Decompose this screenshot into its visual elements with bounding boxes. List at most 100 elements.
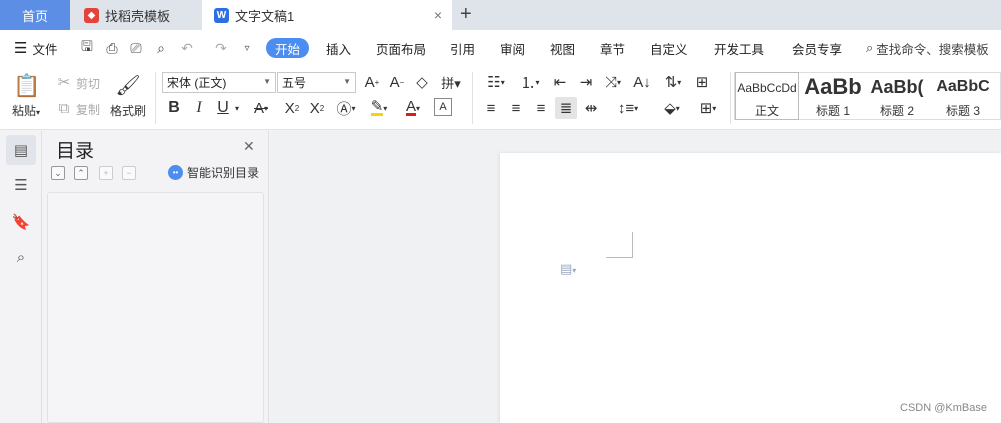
align-center-icon[interactable]: ≡ bbox=[507, 98, 525, 118]
text-effect-icon[interactable]: Ⓐ ▾ bbox=[334, 98, 358, 118]
line-spacing-icon[interactable]: ↕≡ ▾ bbox=[614, 98, 642, 118]
font-color-icon[interactable]: A ▾ bbox=[400, 98, 426, 118]
collapse-icon[interactable]: ⌃ bbox=[74, 166, 88, 180]
shading-icon[interactable]: ⬙ ▾ bbox=[658, 98, 686, 118]
menu-view[interactable]: 视图 bbox=[550, 38, 575, 58]
divider bbox=[730, 72, 731, 124]
paragraph-options-icon[interactable]: ▤▾ bbox=[560, 261, 576, 277]
style-normal[interactable]: AaBbCcDd 正文 bbox=[735, 72, 799, 120]
tab-home[interactable]: 首页 bbox=[0, 0, 70, 30]
style-name: 标题 1 bbox=[815, 104, 850, 118]
style-heading-3[interactable]: AaBbC 标题 3 bbox=[931, 72, 995, 120]
text-direction-icon[interactable]: A↓ bbox=[632, 72, 652, 92]
font-name-select[interactable]: 宋体 (正文) ▼ bbox=[162, 72, 276, 93]
new-tab-icon[interactable]: + bbox=[460, 3, 472, 26]
smart-recognize-label: 智能识别目录 bbox=[187, 166, 260, 180]
style-sample: AaBb bbox=[804, 74, 862, 99]
style-heading-2[interactable]: AaBb( 标题 2 bbox=[866, 72, 928, 120]
toc-list bbox=[47, 192, 264, 423]
undo-icon[interactable]: ↶ bbox=[178, 38, 196, 58]
copy-button[interactable]: 复制 bbox=[76, 101, 100, 118]
align-left-icon[interactable]: ≡ bbox=[482, 98, 500, 118]
show-marks-icon[interactable]: ⊞ bbox=[692, 72, 712, 92]
highlight-color-icon[interactable]: ✎ ▾ bbox=[366, 98, 392, 118]
style-sample: AaBb( bbox=[870, 76, 924, 97]
underline-button[interactable]: U bbox=[214, 98, 232, 118]
menu-customize[interactable]: 自定义 bbox=[650, 38, 688, 58]
tab-find-template-label: 找稻壳模板 bbox=[105, 8, 171, 24]
chevron-down-icon: ▼ bbox=[343, 77, 351, 86]
save-icon[interactable]: 🖫 bbox=[78, 38, 96, 58]
sort-icon[interactable]: ⇅ ▾ bbox=[660, 72, 686, 92]
menu-home[interactable]: 开始 bbox=[266, 38, 310, 58]
smart-recognize-toc-button[interactable]: •• 智能识别目录 bbox=[168, 164, 259, 181]
menu-developer[interactable]: 开发工具 bbox=[714, 38, 764, 58]
distribute-icon[interactable]: ⇹ bbox=[582, 98, 600, 118]
borders-icon[interactable]: ⊞ ▾ bbox=[694, 98, 722, 118]
style-name: 标题 3 bbox=[945, 104, 980, 118]
print-preview-icon[interactable]: ⌕ bbox=[152, 38, 170, 58]
increase-font-icon[interactable]: A + bbox=[363, 72, 381, 92]
toc-panel-icon[interactable]: ▤ bbox=[6, 135, 36, 165]
divider bbox=[472, 72, 473, 124]
justify-icon[interactable]: ≣ bbox=[555, 97, 577, 119]
close-tab-icon[interactable]: × bbox=[434, 7, 442, 23]
menu-membership[interactable]: 会员专享 bbox=[792, 38, 842, 58]
menu-page-layout[interactable]: 页面布局 bbox=[376, 38, 426, 58]
chapter-nav-icon[interactable]: ☰ bbox=[6, 170, 36, 200]
bookmark-icon[interactable]: 🔖 bbox=[6, 207, 36, 237]
paste-icon[interactable]: 📋 bbox=[13, 72, 41, 100]
export-pdf-icon[interactable]: ⎙ bbox=[103, 38, 121, 58]
bullet-list-icon[interactable]: ☷ ▾ bbox=[482, 72, 510, 92]
menu-review[interactable]: 审阅 bbox=[500, 38, 525, 58]
subscript-icon[interactable]: X2 bbox=[307, 98, 327, 118]
copy-icon: ⧉ bbox=[58, 99, 70, 117]
bold-button[interactable]: B bbox=[165, 98, 183, 118]
font-size-select[interactable]: 五号 ▼ bbox=[277, 72, 356, 93]
paste-button[interactable]: 粘贴▾ bbox=[12, 102, 40, 119]
hamburger-icon: ☰ bbox=[14, 40, 28, 57]
tab-find-template[interactable]: ◆ 找稻壳模板 bbox=[72, 0, 202, 30]
increase-indent-icon[interactable]: ⇥ bbox=[576, 72, 596, 92]
customize-quick-access-icon[interactable]: ▿ bbox=[238, 38, 256, 58]
menu-references[interactable]: 引用 bbox=[450, 38, 475, 58]
document-page[interactable] bbox=[500, 153, 1001, 423]
strikethrough-icon[interactable]: A ▾ bbox=[250, 98, 272, 118]
remove-heading-icon[interactable]: − bbox=[122, 166, 136, 180]
decrease-font-icon[interactable]: A − bbox=[388, 72, 406, 92]
writer-icon: W bbox=[214, 7, 229, 23]
style-sample: AaBbC bbox=[936, 78, 990, 95]
print-icon[interactable]: ⎚ bbox=[127, 38, 145, 58]
search-icon[interactable]: ⌕ bbox=[6, 242, 36, 272]
file-menu[interactable]: ☰ 文件 bbox=[14, 38, 57, 58]
file-menu-label: 文件 bbox=[32, 42, 58, 57]
chinese-layout-icon[interactable]: ⤨ ▾ bbox=[600, 72, 626, 92]
style-heading-1[interactable]: AaBb 标题 1 bbox=[802, 72, 864, 120]
command-search[interactable]: ⌕ 查找命令、搜索模板 bbox=[866, 38, 989, 58]
redo-icon[interactable]: ↷ bbox=[212, 38, 230, 58]
close-icon[interactable]: ✕ bbox=[243, 138, 255, 155]
menu-insert[interactable]: 插入 bbox=[326, 38, 351, 58]
tab-document[interactable]: W 文字文稿1 × bbox=[202, 0, 452, 30]
format-painter-button[interactable]: 格式刷 bbox=[110, 102, 146, 119]
format-painter-icon[interactable]: 🖌 bbox=[115, 72, 140, 98]
chevron-down-icon[interactable]: ▾ bbox=[232, 98, 242, 118]
scissors-icon: ✂ bbox=[57, 74, 71, 91]
clear-format-icon[interactable]: ◇ bbox=[413, 72, 431, 92]
menu-section[interactable]: 章节 bbox=[600, 38, 625, 58]
expand-icon[interactable]: ⌄ bbox=[51, 166, 65, 180]
cut-button[interactable]: 剪切 bbox=[76, 75, 100, 92]
numbered-list-icon[interactable]: ⒈ ▾ bbox=[516, 72, 544, 92]
align-right-icon[interactable]: ≡ bbox=[532, 98, 550, 118]
toc-title: 目录 bbox=[56, 141, 95, 162]
font-name-value: 宋体 (正文) bbox=[167, 76, 227, 90]
character-border-icon[interactable]: A bbox=[434, 98, 452, 116]
margin-corner-mark bbox=[606, 232, 633, 258]
decrease-indent-icon[interactable]: ⇤ bbox=[550, 72, 570, 92]
phonetic-guide-icon[interactable]: 拼▾ bbox=[438, 72, 464, 92]
add-heading-icon[interactable]: + bbox=[99, 166, 113, 180]
chevron-down-icon: ▼ bbox=[263, 77, 271, 86]
italic-button[interactable]: I bbox=[190, 98, 208, 118]
tab-document-label: 文字文稿1 bbox=[235, 8, 295, 24]
superscript-icon[interactable]: X2 bbox=[282, 98, 302, 118]
